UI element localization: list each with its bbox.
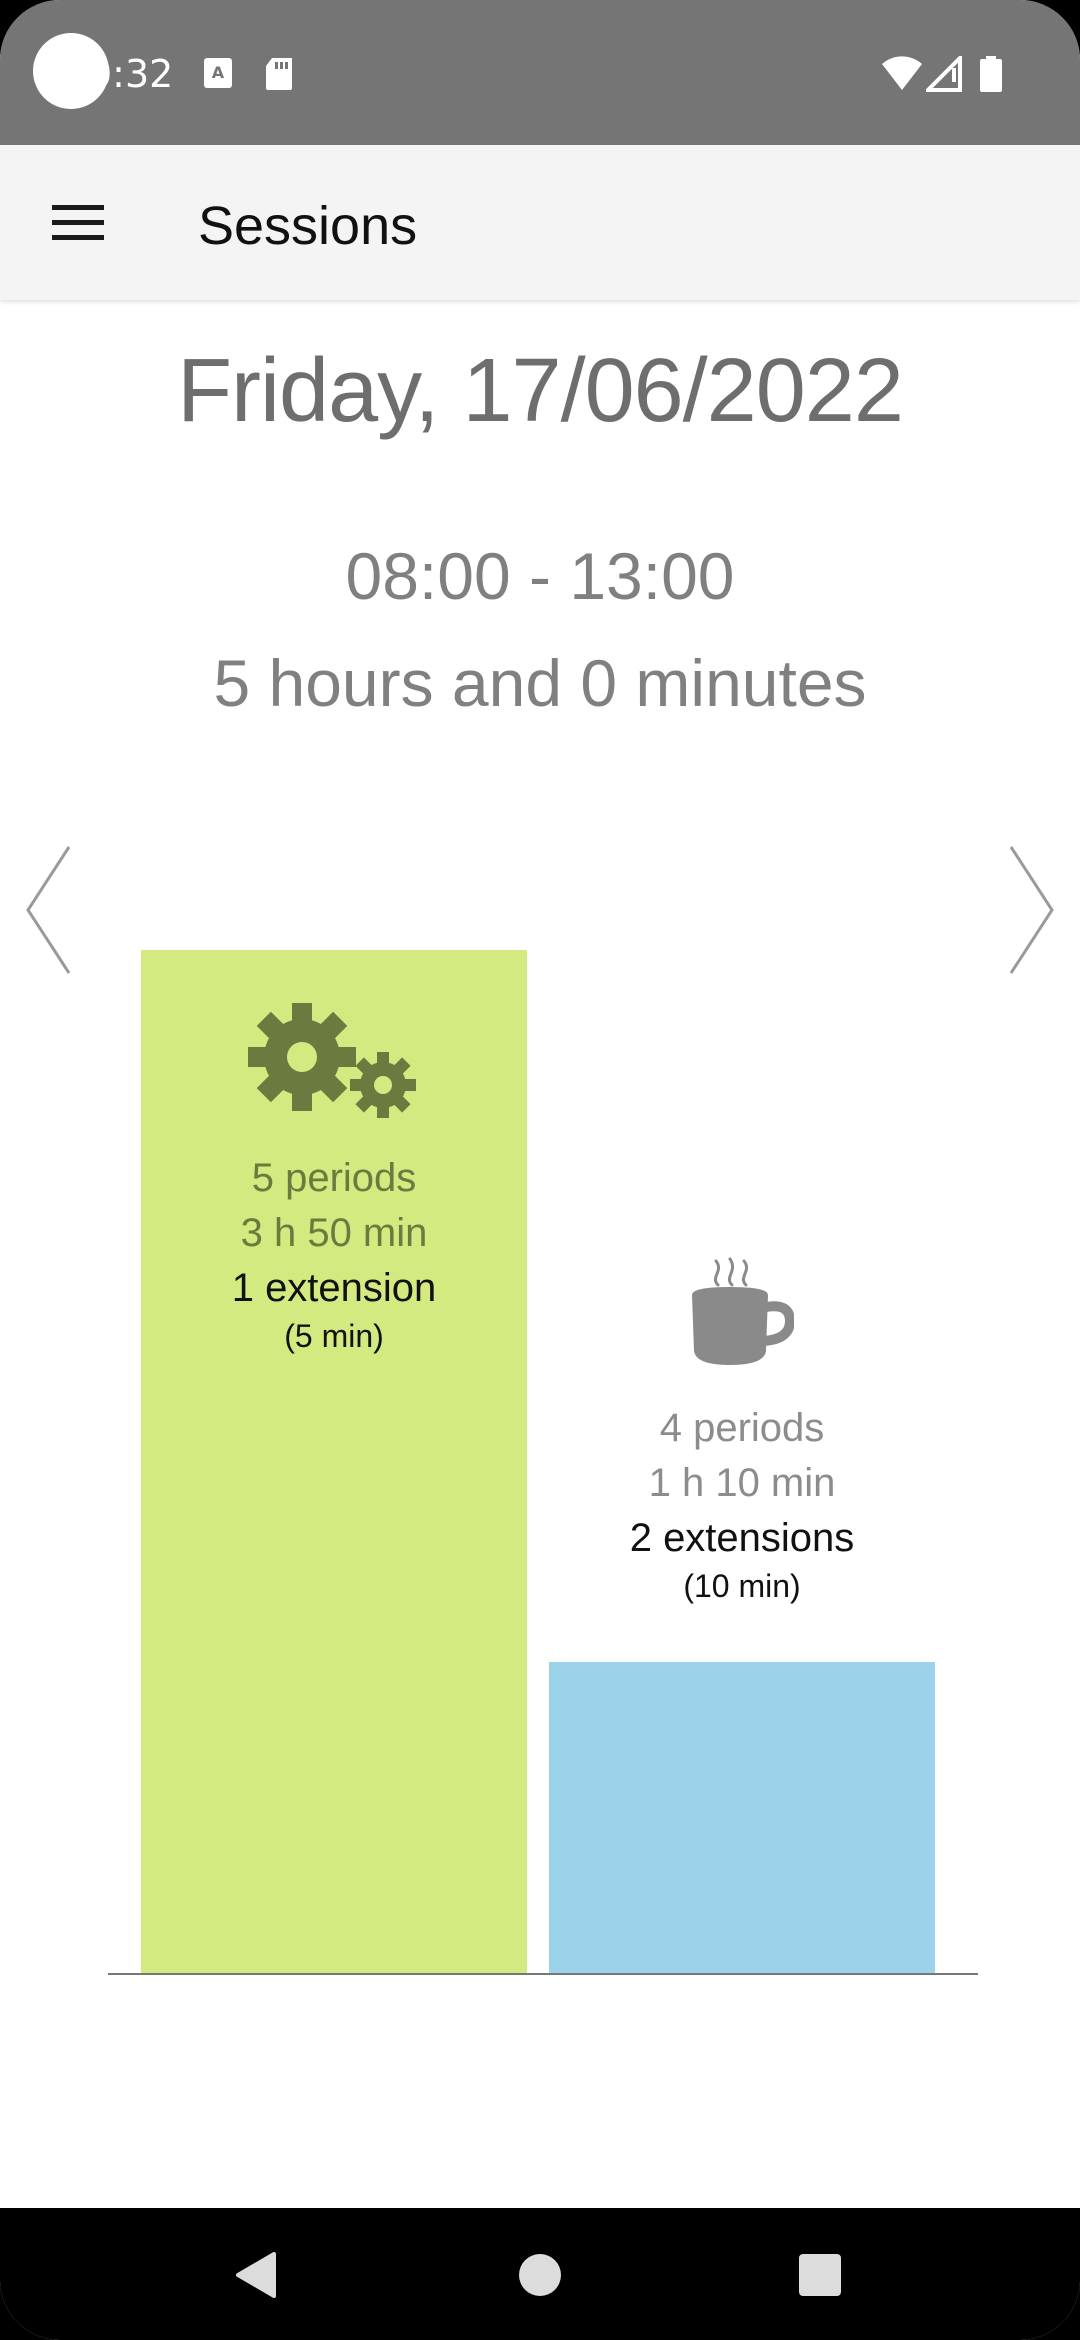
break-bar-label: 4 periods 1 h 10 min 2 extensions (10 mi…	[549, 1401, 935, 1606]
status-bar: 0:32 A	[0, 0, 1080, 145]
session-date: Friday, 17/06/2022	[177, 341, 904, 441]
gears-icon	[248, 1003, 416, 1118]
cell-signal-icon	[926, 56, 962, 92]
chart-bar-break[interactable]	[549, 1662, 935, 1974]
recents-icon[interactable]	[799, 2254, 841, 2296]
hamburger-menu-icon[interactable]	[40, 191, 114, 255]
chevron-left-icon[interactable]	[24, 845, 84, 975]
work-extensions: 1 extension	[231, 1266, 437, 1310]
screen: 0:32 A Sessions Friday, 17/06/2022 08:00…	[0, 0, 1080, 2340]
break-extensions: 2 extensions	[629, 1516, 855, 1560]
system-navigation-bar	[0, 2208, 1080, 2340]
chevron-right-icon[interactable]	[1006, 845, 1066, 975]
coffee-cup-icon	[692, 1257, 794, 1365]
work-periods: 5 periods	[251, 1156, 417, 1200]
break-duration: 1 h 10 min	[648, 1461, 836, 1505]
work-extension-time: (5 min)	[284, 1318, 384, 1354]
notification-a-icon: A	[204, 58, 232, 88]
sd-card-icon	[266, 58, 292, 90]
session-duration: 5 hours and 0 minutes	[213, 646, 867, 720]
break-extension-time: (10 min)	[683, 1568, 801, 1604]
session-time-range: 08:00 - 13:00	[345, 539, 735, 613]
chart-baseline	[108, 1973, 978, 1975]
svg-text:A: A	[212, 63, 225, 82]
work-bar-label: 5 periods 3 h 50 min 1 extension (5 min)	[141, 1151, 527, 1356]
camera-cutout	[33, 33, 109, 109]
app-bar: Sessions	[0, 145, 1080, 300]
battery-icon	[980, 56, 1002, 92]
back-icon[interactable]	[234, 2252, 276, 2298]
home-icon[interactable]	[518, 2253, 562, 2297]
break-periods: 4 periods	[659, 1406, 825, 1450]
page-title: Sessions	[198, 196, 418, 256]
work-duration: 3 h 50 min	[240, 1211, 428, 1255]
wifi-icon	[882, 56, 922, 90]
